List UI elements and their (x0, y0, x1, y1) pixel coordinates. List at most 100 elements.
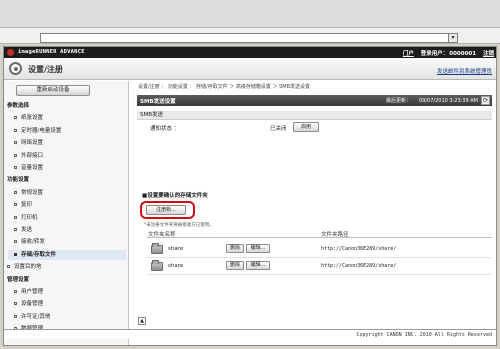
sidebar-item[interactable]: 设置目的地 (7, 262, 132, 272)
folder-icon (151, 260, 163, 271)
sidebar-item[interactable]: 定时器/电量设置 (14, 126, 139, 136)
sidebar-item-label: 用户管理 (21, 289, 44, 295)
notify-status-value: 已关闭 (270, 126, 287, 132)
delete-button[interactable]: 删除 (226, 244, 244, 253)
delete-button[interactable]: 删除 (226, 261, 244, 270)
user-bar: 门户 登录用户：0000001 注销 (398, 49, 494, 57)
table-header-divider (147, 237, 492, 238)
mail-admin-link[interactable]: 发送邮件到系统管理员 (437, 67, 492, 75)
sidebar-item[interactable]: 复印 (14, 200, 139, 210)
refresh-icon[interactable]: ⟳ (481, 96, 490, 105)
sidebar-item[interactable]: 打印机 (14, 213, 139, 223)
copyright: Copyright CANON INC. 2010 All Rights Res… (356, 332, 492, 338)
bullet-icon (14, 190, 17, 194)
folder-icon (151, 243, 163, 254)
row-divider (147, 257, 492, 258)
bullet-icon (14, 203, 17, 207)
chevron-down-icon[interactable]: ▾ (448, 33, 458, 43)
logout-link[interactable]: 注销 (483, 51, 494, 57)
bullet-icon (14, 314, 17, 318)
browser-toolbar (0, 0, 500, 28)
sidebar-item[interactable]: 发送 (14, 225, 139, 235)
sidebar-item-label: 常规设置 (21, 189, 44, 196)
user-id: 0000001 (449, 51, 477, 57)
folder-note: *未注册文件夹将被接收方已使用。 (144, 223, 214, 228)
folder-path: http://Canon36E289/share/ (321, 263, 397, 269)
folder-name: share (168, 263, 184, 269)
page-header: 设置/注册 发送邮件到系统管理员 (4, 58, 496, 80)
sidebar-item[interactable]: 音量设置 (14, 163, 139, 173)
sidebar-item-label: 纸张设置 (21, 115, 44, 122)
sidebar-item-label: 外部接口 (21, 152, 44, 159)
footer: Copyright CANON INC. 2010 All Rights Res… (4, 329, 496, 339)
sidebar-item-label: 接收/转发 (21, 239, 45, 246)
bullet-icon (14, 141, 17, 145)
bullet-icon (14, 116, 17, 120)
main-content: 设置/注册 ： 功能设置 ： 存储/存取文件 ＞ 高级存储箱设置 ＞ SMB发送… (130, 81, 496, 345)
folder-section-title: ■设置要确认的存储文件夹 (142, 193, 208, 199)
login-user-label: 登录用户： (420, 51, 449, 57)
sidebar-item-label: 定时器/电量设置 (21, 127, 62, 134)
sidebar-item-label: 音量设置 (21, 165, 44, 171)
bullet-icon (14, 290, 17, 293)
sidebar-item-label: 功能设置 (7, 177, 30, 184)
sidebar-item[interactable]: 网络设置 (14, 138, 139, 148)
smb-section-header: SMB发送 (137, 111, 492, 120)
panel-titlebar: SMB发送设置 最后更新： 09/07/2010 3:23:39 AM ⟳ (137, 95, 492, 106)
bullet-icon (14, 240, 17, 244)
bullet-icon (14, 228, 17, 231)
sidebar-item[interactable]: 常规设置 (14, 188, 139, 198)
gear-icon (9, 62, 22, 75)
notify-status-label: 通知状态 ： (150, 126, 180, 132)
edit-button[interactable]: 编辑... (246, 261, 270, 270)
folder-path: http://Canon36E289/share/ (321, 246, 397, 252)
sidebar-item-label: 设置目的地 (14, 264, 42, 271)
sidebar-group-heading: 参数选择 (7, 101, 132, 111)
breadcrumb: 设置/注册 ： 功能设置 ： 存储/存取文件 ＞ 高级存储箱设置 ＞ SMB发送… (138, 84, 311, 90)
sidebar-item-label: 许可证/其他 (21, 313, 51, 320)
sidebar-group-heading: 管理设置 (7, 275, 132, 285)
page-title: 设置/注册 (28, 65, 63, 74)
bullet-icon (14, 215, 17, 219)
last-updated: 最后更新： 09/07/2010 3:23:39 AM (378, 97, 478, 104)
bullet-icon (7, 265, 10, 269)
sidebar-item[interactable]: 许可证/其他 (14, 312, 139, 322)
arrow-up-icon[interactable]: ▲ (138, 317, 146, 325)
brand-name: imageRUNNER ADVANCE (18, 49, 85, 55)
bullet-icon (14, 252, 17, 256)
canon-logo-icon (7, 49, 14, 56)
page-viewport: imageRUNNER ADVANCE 门户 登录用户：0000001 注销 设… (3, 46, 497, 346)
sidebar-item[interactable]: 纸张设置 (14, 113, 139, 123)
sidebar-item-label: 网络设置 (21, 140, 44, 147)
address-input[interactable] (40, 33, 458, 43)
sidebar-item-label: 管理设置 (7, 276, 30, 283)
panel-title: SMB发送设置 (140, 99, 176, 105)
edit-button[interactable]: 编辑... (246, 244, 270, 253)
sidebar-item[interactable]: 外部接口 (14, 151, 139, 161)
sidebar-item-label: 存储/存取文件 (21, 251, 57, 258)
sidebar-item-label: 打印机 (21, 214, 38, 221)
brand-bar: imageRUNNER ADVANCE 门户 登录用户：0000001 注销 (4, 47, 496, 58)
sidebar-item-label: 复印 (21, 202, 33, 209)
restart-device-button[interactable]: 重新启动设备 (16, 85, 90, 96)
last-updated-value: 09/07/2010 3:23:39 AM (418, 98, 478, 104)
sidebar-item-label: 参数选择 (7, 103, 30, 109)
portal-link[interactable]: 门户 (403, 51, 414, 57)
bullet-icon (14, 128, 17, 132)
sidebar-item[interactable]: 存储/存取文件 (8, 249, 126, 260)
sidebar-item[interactable]: 接收/转发 (14, 237, 139, 247)
sidebar-item-label: 设备管理 (21, 301, 44, 308)
browser-window: ▾ imageRUNNER ADVANCE 门户 登录用户：0000001 注销… (0, 0, 500, 349)
folder-name: share (168, 246, 184, 252)
highlight-ring (140, 201, 195, 219)
last-updated-label: 最后更新： (385, 98, 411, 104)
sidebar-item[interactable]: 用户管理 (14, 287, 139, 297)
sidebar-item-label: 发送 (21, 227, 33, 233)
bullet-icon (14, 302, 17, 306)
row-divider (147, 274, 492, 275)
sidebar-item[interactable]: 设备管理 (14, 299, 139, 309)
sidebar-group-heading: 功能设置 (7, 175, 132, 185)
bullet-icon (14, 166, 17, 169)
enable-button[interactable]: 启用 (293, 122, 319, 132)
sidebar: 重新启动设备 参数选择纸张设置定时器/电量设置 网络设置外部接口音量设置功能设置常… (4, 81, 132, 345)
